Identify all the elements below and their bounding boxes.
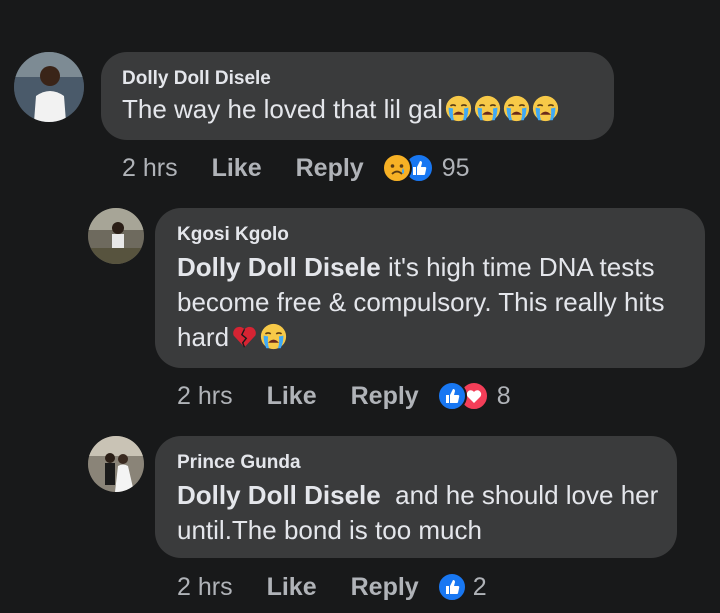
comment-text: Dolly Doll Disele and he should love her… bbox=[177, 480, 659, 545]
comment-author[interactable]: Prince Gunda bbox=[177, 452, 301, 474]
avatar[interactable] bbox=[14, 52, 84, 122]
reaction-count: 2 bbox=[472, 572, 487, 601]
like-button[interactable]: Like bbox=[212, 154, 262, 183]
like-button[interactable]: Like bbox=[267, 382, 317, 411]
reply-button[interactable]: Reply bbox=[296, 154, 364, 183]
reactions-summary[interactable]: 2 bbox=[436, 572, 487, 602]
comment-text: Dolly Doll Disele it's high time DNA tes… bbox=[177, 252, 665, 352]
like-button[interactable]: Like bbox=[267, 573, 317, 602]
reply-button[interactable]: Reply bbox=[351, 573, 419, 602]
comment-bubble: Dolly Doll Disele The way he loved that … bbox=[101, 52, 614, 140]
reaction-count: 8 bbox=[496, 381, 511, 410]
crying-emoji-icon bbox=[260, 323, 287, 350]
reaction-count: 95 bbox=[441, 153, 470, 182]
timestamp[interactable]: 2 hrs bbox=[177, 573, 233, 602]
comment-bubble: Prince Gunda Dolly Doll Disele and he sh… bbox=[155, 436, 677, 558]
comment-actions: 2 hrs Like Reply 95 bbox=[122, 153, 470, 183]
like-react-icon bbox=[436, 381, 467, 411]
reactions-summary[interactable]: 95 bbox=[381, 153, 470, 183]
timestamp[interactable]: 2 hrs bbox=[122, 154, 178, 183]
crying-emoji-icon bbox=[445, 95, 472, 122]
comment-text: The way he loved that lil gal bbox=[122, 92, 559, 127]
mention-link[interactable]: Dolly Doll Disele bbox=[177, 252, 381, 282]
reactions-summary[interactable]: 8 bbox=[436, 381, 511, 411]
avatar[interactable] bbox=[88, 208, 144, 264]
crying-emoji-icon bbox=[532, 95, 559, 122]
timestamp[interactable]: 2 hrs bbox=[177, 382, 233, 411]
comment-author[interactable]: Dolly Doll Disele bbox=[122, 68, 271, 90]
broken-heart-icon bbox=[231, 323, 258, 350]
like-react-icon bbox=[436, 572, 467, 602]
comment-author[interactable]: Kgosi Kgolo bbox=[177, 224, 289, 246]
comment-bubble: Kgosi Kgolo Dolly Doll Disele it's high … bbox=[155, 208, 705, 368]
crying-emoji-icon bbox=[503, 95, 530, 122]
sad-react-icon bbox=[381, 153, 412, 183]
comment-actions: 2 hrs Like Reply 2 bbox=[177, 572, 487, 602]
reply-button[interactable]: Reply bbox=[351, 382, 419, 411]
comment-actions: 2 hrs Like Reply 8 bbox=[177, 381, 511, 411]
avatar[interactable] bbox=[88, 436, 144, 492]
mention-link[interactable]: Dolly Doll Disele bbox=[177, 480, 381, 510]
crying-emoji-icon bbox=[474, 95, 501, 122]
